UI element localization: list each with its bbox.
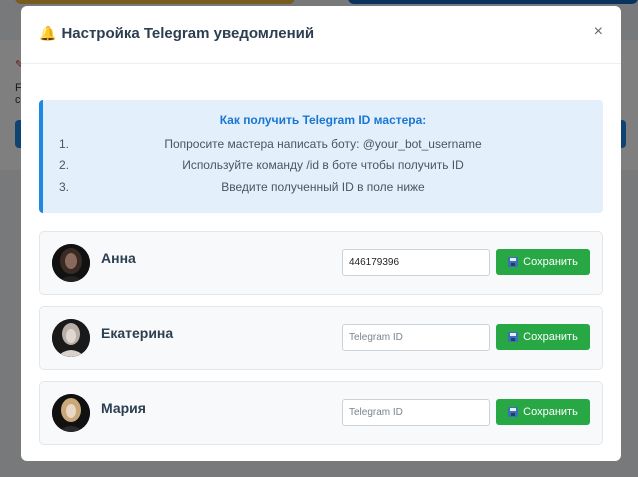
telegram-id-input[interactable] (342, 249, 490, 276)
instructions-title: Как получить Telegram ID мастера: (219, 113, 427, 127)
save-button-label: Сохранить (523, 406, 578, 418)
instructions-box: Как получить Telegram ID мастера: 1. Поп… (39, 100, 603, 213)
close-button[interactable]: × (594, 24, 603, 40)
save-button-label: Сохранить (523, 331, 578, 343)
telegram-id-input[interactable] (342, 324, 490, 351)
master-card: Мария Сохранить (39, 381, 603, 445)
master-name: Екатерина (101, 325, 174, 341)
master-name: Мария (101, 400, 146, 416)
bell-icon: 🔔 (39, 25, 57, 41)
avatar (52, 244, 90, 282)
master-card: Екатерина Сохранить (39, 306, 603, 370)
telegram-id-input[interactable] (342, 399, 490, 426)
save-button-label: Сохранить (523, 256, 578, 268)
save-button[interactable]: Сохранить (496, 249, 590, 275)
telegram-settings-modal: 🔔 Настройка Telegram уведомлений × Как п… (21, 6, 621, 461)
modal-title-text: Настройка Telegram уведомлений (61, 25, 315, 42)
master-card: Анна Сохранить (39, 231, 603, 295)
floppy-disk-icon (508, 407, 519, 417)
avatar (52, 394, 90, 432)
master-name: Анна (101, 250, 136, 266)
floppy-disk-icon (508, 332, 519, 342)
avatar (52, 319, 90, 357)
step-text: Попросите мастера написать боту: @your_b… (164, 137, 482, 151)
modal-header: 🔔 Настройка Telegram уведомлений × (21, 6, 621, 64)
save-button[interactable]: Сохранить (496, 324, 590, 350)
step-text: Используйте команду /id в боте чтобы пол… (182, 158, 464, 172)
save-button[interactable]: Сохранить (496, 399, 590, 425)
step-text: Введите полученный ID в поле ниже (221, 180, 425, 194)
modal-title: 🔔 Настройка Telegram уведомлений (39, 25, 314, 42)
floppy-disk-icon (508, 257, 519, 267)
